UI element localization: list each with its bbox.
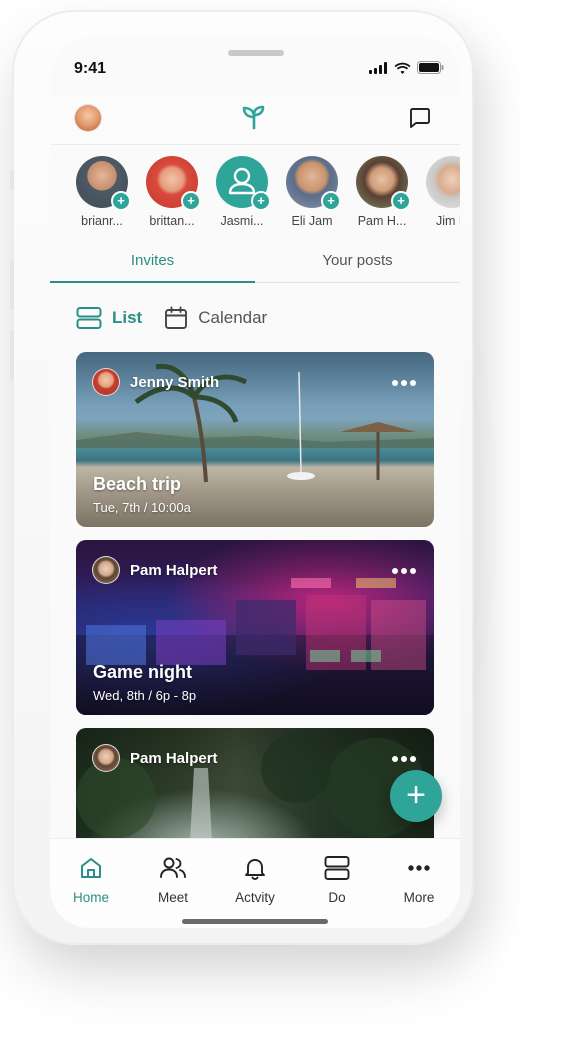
story-item[interactable]: Jim H <box>419 156 460 228</box>
add-icon[interactable]: + <box>111 191 131 211</box>
tab-invites[interactable]: Invites <box>50 252 255 269</box>
nav-do[interactable]: Do <box>296 855 378 905</box>
card-datetime: Tue, 7th / 10:00a <box>93 500 191 515</box>
card-author: Pam Halpert <box>130 749 218 767</box>
signal-icon <box>369 61 387 74</box>
nav-label: Home <box>72 890 109 905</box>
sprout-icon <box>239 102 269 137</box>
bottom-nav: Home Meet Actvity Do More <box>50 838 460 928</box>
home-icon <box>81 858 101 878</box>
avatar <box>92 556 120 584</box>
nav-more[interactable]: More <box>378 855 460 905</box>
profile-avatar[interactable] <box>75 105 101 131</box>
card-title: Game night <box>93 662 193 682</box>
list-icon <box>76 307 102 329</box>
bell-icon <box>245 859 265 880</box>
battery-icon <box>417 61 444 74</box>
nav-home[interactable]: Home <box>50 855 132 905</box>
avatar <box>92 744 120 772</box>
nav-label: Do <box>328 890 346 905</box>
story-label: Eli Jam <box>291 214 333 228</box>
nav-label: Meet <box>157 890 188 905</box>
story-label: Pam H... <box>357 214 407 228</box>
app-screen: 9:41 + brianr... + brittan... + Jasmi...… <box>50 38 460 928</box>
volume-up-button <box>10 260 14 310</box>
avatar: + <box>286 156 341 211</box>
calendar-label: Calendar <box>198 308 268 327</box>
add-icon[interactable]: + <box>181 191 201 211</box>
card-header: Pam Halpert <box>92 744 218 772</box>
card-datetime: Wed, 8th / 6p - 8p <box>93 688 197 703</box>
wifi-icon <box>394 62 411 74</box>
card-header: Pam Halpert <box>92 556 218 584</box>
calendar-view-button[interactable]: Calendar <box>164 306 267 330</box>
add-icon[interactable]: + <box>251 191 271 211</box>
more-icon[interactable] <box>392 380 416 386</box>
top-bar <box>50 94 460 145</box>
card-author: Jenny Smith <box>130 373 220 391</box>
add-icon[interactable]: + <box>321 191 341 211</box>
volume-down-button <box>10 330 14 380</box>
avatar <box>92 368 120 396</box>
list-view-button[interactable]: List <box>76 306 142 330</box>
avatar: + <box>76 156 131 211</box>
story-label: brittan... <box>149 214 195 228</box>
story-item[interactable]: + Jasmi... <box>209 156 275 228</box>
story-item[interactable]: + brianr... <box>69 156 135 228</box>
view-toggle: List Calendar <box>76 306 267 330</box>
avatar: + <box>356 156 411 211</box>
status-time: 9:41 <box>74 60 107 77</box>
stories-row: + brianr... + brittan... + Jasmi... + El… <box>50 156 460 242</box>
more-icon[interactable] <box>392 756 416 762</box>
add-event-button[interactable]: + <box>390 770 442 822</box>
add-icon[interactable]: + <box>391 191 411 211</box>
stage: 9:41 + brianr... + brittan... + Jasmi...… <box>0 0 568 1037</box>
tab-bar: Invites Your posts <box>50 246 460 283</box>
story-label: brianr... <box>81 214 123 228</box>
event-card[interactable]: Jenny Smith Beach trip Tue, 7th / 10:00a <box>76 352 434 527</box>
story-label: Jasmi... <box>220 214 264 228</box>
nav-label: Actvity <box>235 890 275 905</box>
chat-bubble-icon[interactable] <box>408 106 432 135</box>
more-icon[interactable] <box>392 568 416 574</box>
nav-activity[interactable]: Actvity <box>214 855 296 905</box>
story-item[interactable]: + Pam H... <box>349 156 415 228</box>
tab-your-posts[interactable]: Your posts <box>255 252 460 269</box>
card-header: Jenny Smith <box>92 368 219 396</box>
tab-underline <box>50 281 255 283</box>
more-icon <box>408 865 430 871</box>
mute-switch <box>10 170 14 190</box>
story-item[interactable]: + brittan... <box>139 156 205 228</box>
card-title: Beach trip <box>93 474 182 494</box>
card-author: Pam Halpert <box>130 561 218 579</box>
avatar: + <box>146 156 201 211</box>
story-label: Jim H <box>436 214 460 228</box>
home-indicator <box>182 919 328 924</box>
list-label: List <box>112 308 143 327</box>
people-icon <box>160 857 186 878</box>
stack-icon <box>324 856 350 880</box>
event-card[interactable]: Pam Halpert Game night Wed, 8th / 6p - 8… <box>76 540 434 715</box>
speaker-notch <box>228 50 284 56</box>
status-icons <box>369 61 444 74</box>
nav-label: More <box>403 890 435 905</box>
avatar <box>426 156 460 208</box>
calendar-icon <box>165 306 188 329</box>
avatar: + <box>216 156 271 211</box>
phone-frame: 9:41 + brianr... + brittan... + Jasmi...… <box>10 10 474 945</box>
nav-meet[interactable]: Meet <box>132 855 214 905</box>
story-item[interactable]: + Eli Jam <box>279 156 345 228</box>
